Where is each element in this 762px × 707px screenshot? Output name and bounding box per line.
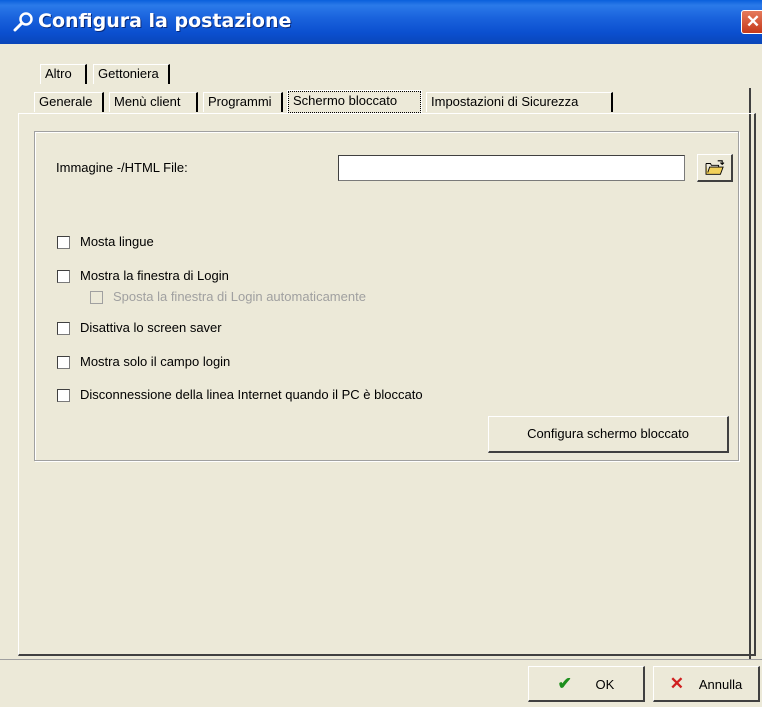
checkbox-disattiva-screen-saver[interactable] xyxy=(57,322,70,335)
tab-gettoniera[interactable]: Gettoniera xyxy=(93,64,170,84)
tab-label: Generale xyxy=(39,94,93,109)
tab-impostazioni-sicurezza[interactable]: Impostazioni di Sicurezza xyxy=(426,92,613,112)
tab-label: Schermo bloccato xyxy=(293,93,398,108)
tab-label: Gettoniera xyxy=(98,66,159,81)
footer-bar xyxy=(0,659,762,707)
checkbox-mostra-finestra-login[interactable] xyxy=(57,270,70,283)
checkbox-disconnessione-internet[interactable] xyxy=(57,389,70,402)
check-icon: ✔ xyxy=(557,674,572,693)
tab-menu-client[interactable]: Menù client xyxy=(109,92,198,112)
close-button[interactable]: ✕ xyxy=(741,10,762,34)
option-label: Disattiva lo screen saver xyxy=(80,320,222,335)
option-label: Sposta la finestra di Login automaticame… xyxy=(113,289,366,304)
image-file-input[interactable] xyxy=(338,155,685,181)
x-icon: ✕ xyxy=(669,674,684,693)
ok-button[interactable]: ✔ OK xyxy=(528,666,645,702)
configure-lock-screen-button[interactable]: Configura schermo bloccato xyxy=(488,416,729,453)
browse-button[interactable] xyxy=(697,154,733,182)
wrench-icon xyxy=(13,12,33,32)
cancel-button[interactable]: ✕ Annulla xyxy=(653,666,760,702)
button-label: Configura schermo bloccato xyxy=(527,426,689,441)
tab-generale[interactable]: Generale xyxy=(34,92,104,112)
option-label: Mostra la finestra di Login xyxy=(80,268,229,283)
option-label: Disconnessione della linea Internet quan… xyxy=(80,387,423,402)
checkbox-mosta-lingue[interactable] xyxy=(57,236,70,249)
tab-label: Programmi xyxy=(208,94,272,109)
checkbox-mostra-solo-campo-login[interactable] xyxy=(57,356,70,369)
tab-altro[interactable]: Altro xyxy=(40,64,87,84)
option-label: Mostra solo il campo login xyxy=(80,354,231,369)
tab-programmi[interactable]: Programmi xyxy=(203,92,283,112)
title-bar: Configura la postazione ✕ xyxy=(0,0,762,44)
tab-label: Menù client xyxy=(114,94,181,109)
button-label: OK xyxy=(595,677,615,692)
image-file-label: Immagine -/HTML File: xyxy=(56,160,188,175)
tab-label: Altro xyxy=(45,66,72,81)
window-title: Configura la postazione xyxy=(38,10,292,32)
option-label: Mosta lingue xyxy=(80,234,154,249)
tab-schermo-bloccato[interactable]: Schermo bloccato xyxy=(287,90,422,114)
checkbox-sposta-finestra-login[interactable] xyxy=(90,291,103,304)
tab-label: Impostazioni di Sicurezza xyxy=(431,94,579,109)
folder-open-icon xyxy=(705,160,725,175)
button-label: Annulla xyxy=(698,677,743,692)
